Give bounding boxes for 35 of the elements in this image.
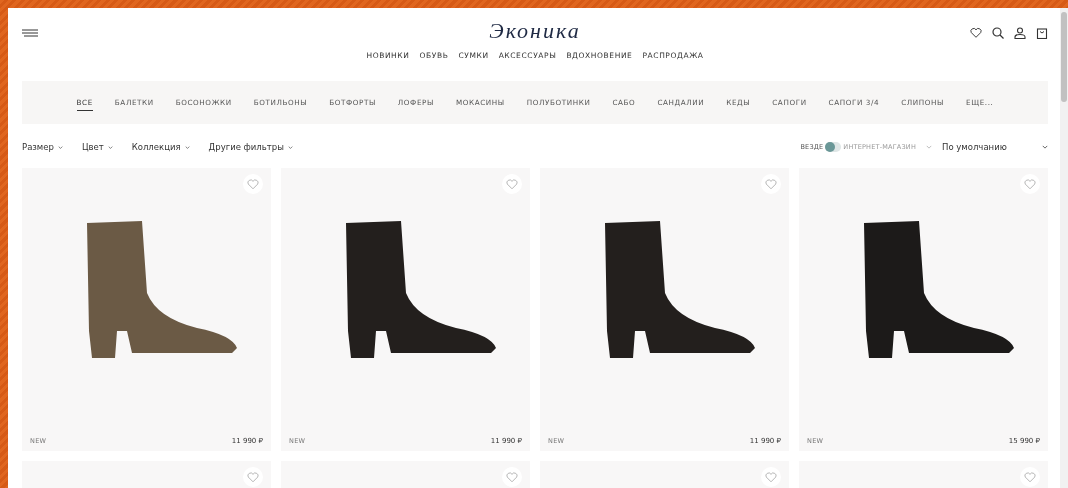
- chevron-icon: [287, 145, 293, 149]
- favorite-button[interactable]: [502, 467, 522, 487]
- scrollbar[interactable]: [1060, 8, 1068, 488]
- search-icon[interactable]: [992, 27, 1004, 39]
- heart-icon: [1024, 178, 1036, 190]
- chevron-icon: [1042, 145, 1048, 149]
- heart-icon: [765, 471, 777, 483]
- heart-icon: [765, 178, 777, 190]
- filter-dropdown[interactable]: Размер: [22, 142, 54, 152]
- heart-icon: [506, 471, 518, 483]
- filter-dropdown[interactable]: Другие фильтры: [208, 142, 284, 152]
- user-icon[interactable]: [1014, 27, 1026, 39]
- heart-icon: [247, 471, 259, 483]
- sort-dropdown[interactable]: По умолчанию: [942, 142, 1032, 152]
- chevron-icon: [107, 145, 113, 149]
- favorite-button[interactable]: [243, 174, 263, 194]
- chevron-icon: [184, 145, 190, 149]
- favorite-button[interactable]: [243, 467, 263, 487]
- heart-icon: [247, 178, 259, 190]
- availability-toggle[interactable]: [825, 142, 842, 152]
- heart-icon[interactable]: [970, 27, 982, 39]
- heart-icon: [506, 178, 518, 190]
- favorite-button[interactable]: [502, 174, 522, 194]
- favorite-button[interactable]: [761, 467, 781, 487]
- chevron-icon: [926, 145, 932, 149]
- logo[interactable]: Эконика: [489, 18, 581, 44]
- favorite-button[interactable]: [1020, 467, 1040, 487]
- filter-dropdown[interactable]: Коллекция: [131, 142, 181, 152]
- heart-icon: [1024, 471, 1036, 483]
- bag-icon[interactable]: [1036, 27, 1048, 39]
- favorite-button[interactable]: [1020, 174, 1040, 194]
- favorite-button[interactable]: [761, 174, 781, 194]
- menu-icon[interactable]: [22, 29, 38, 37]
- chevron-icon: [57, 145, 63, 149]
- filter-dropdown[interactable]: Цвет: [81, 142, 104, 152]
